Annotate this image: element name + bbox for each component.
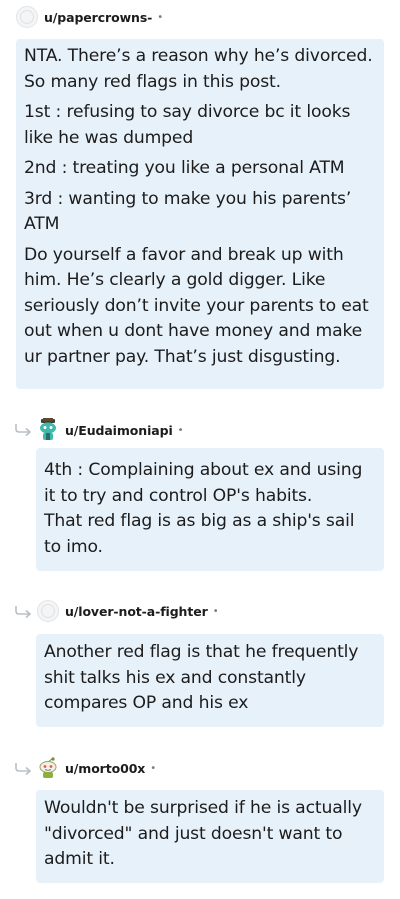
- comment-line: Wouldn't be surprised if he is actually …: [44, 798, 362, 869]
- reply-arrow-icon: [15, 763, 32, 776]
- separator-dot: •: [157, 11, 164, 23]
- comment-line: 4th : Complaining about ex and using it …: [44, 460, 363, 506]
- snoo-avatar-icon[interactable]: [37, 757, 59, 779]
- comment-line: Another red flag is that he frequently s…: [44, 642, 359, 713]
- avatar-placeholder-icon[interactable]: [37, 600, 59, 622]
- separator-dot: •: [150, 762, 157, 774]
- reply-arrow-icon: [15, 606, 32, 619]
- comment-1-header: u/papercrowns- •: [16, 5, 163, 29]
- separator-dot: •: [212, 605, 219, 617]
- comment-paragraph: 3rd : wanting to make you his parents’ A…: [24, 188, 352, 235]
- username[interactable]: u/Eudaimoniapi: [65, 423, 173, 438]
- comment-paragraph: NTA. There’s a reason why he’s divorced.…: [24, 46, 373, 92]
- snoo-avatar-icon[interactable]: [37, 418, 59, 441]
- username[interactable]: u/morto00x: [65, 761, 145, 776]
- comment-3-header: u/lover-not-a-fighter •: [37, 599, 219, 623]
- username[interactable]: u/papercrowns-: [44, 10, 152, 25]
- comment-paragraph: Do yourself a favor and break up with hi…: [24, 244, 369, 367]
- avatar-placeholder-icon[interactable]: [16, 6, 38, 28]
- comment-4-header: u/morto00x •: [37, 756, 156, 780]
- comment-3-body: Another red flag is that he frequently s…: [36, 634, 384, 727]
- comment-2-header: u/Eudaimoniapi •: [37, 418, 184, 442]
- comment-1-body: NTA. There’s a reason why he’s divorced.…: [16, 39, 384, 389]
- comment-paragraph: 2nd : treating you like a personal ATM: [24, 158, 345, 178]
- comment-4-body: Wouldn't be surprised if he is actually …: [36, 790, 384, 883]
- comment-line: That red flag is as big as a ship's sail…: [44, 511, 355, 557]
- separator-dot: •: [177, 424, 184, 436]
- comment-paragraph: 1st : refusing to say divorce bc it look…: [24, 102, 351, 148]
- reply-arrow-icon: [15, 424, 32, 437]
- username[interactable]: u/lover-not-a-fighter: [65, 604, 208, 619]
- comment-2-body: 4th : Complaining about ex and using it …: [36, 448, 384, 571]
